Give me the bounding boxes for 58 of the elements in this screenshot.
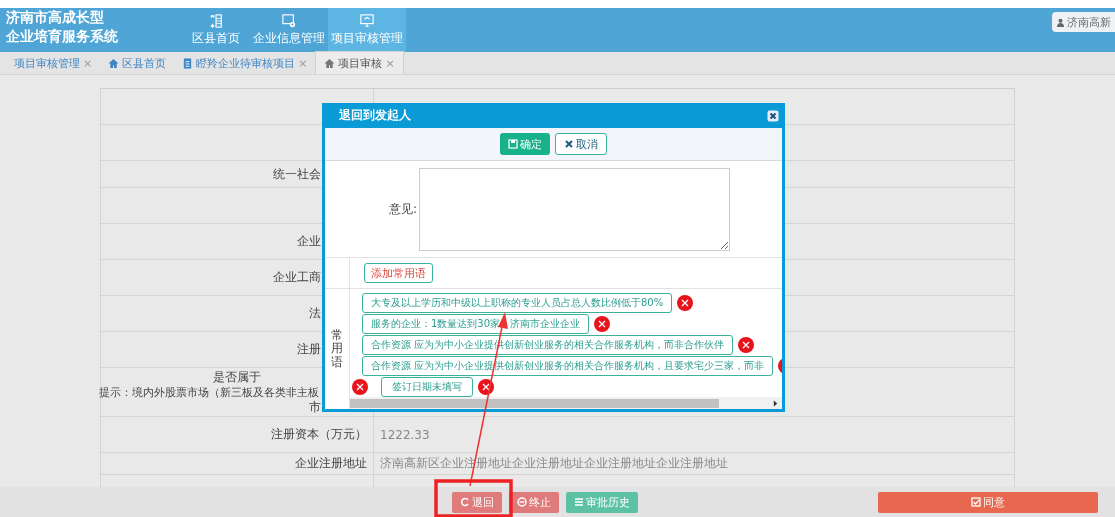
field-label: 企业注册地址 xyxy=(295,456,367,471)
stop-icon xyxy=(517,497,527,507)
field-label: 提示：境内外股票市场（新三板及各类非主板 xyxy=(99,384,319,400)
add-phrase-button[interactable]: 添加常用语 xyxy=(364,263,433,283)
nav-item[interactable]: 区县首页 xyxy=(182,8,250,52)
opinion-field[interactable] xyxy=(419,167,730,251)
nav-item[interactable]: 项目审核管理 xyxy=(328,8,406,52)
cancel-button[interactable]: 取消 xyxy=(555,133,607,155)
checkbox-icon xyxy=(971,497,981,507)
opinion-label: 意见: xyxy=(387,200,418,218)
close-icon[interactable]: × xyxy=(83,56,93,70)
system-title: 企业培育服务系统 xyxy=(6,28,119,45)
delete-icon[interactable] xyxy=(738,336,755,353)
action-button[interactable]: 审批历史 xyxy=(566,491,638,513)
field-label: 企业 xyxy=(297,234,321,249)
close-icon[interactable]: × xyxy=(385,56,395,70)
tab[interactable]: 区县首页 xyxy=(100,52,175,74)
scroll-right-icon[interactable] xyxy=(773,399,778,407)
list-icon xyxy=(574,497,584,507)
field-label: 企业工商 xyxy=(273,270,321,285)
list-icon xyxy=(209,13,223,28)
horizontal-scrollbar[interactable] xyxy=(350,397,782,409)
field-label: 法 xyxy=(309,306,321,321)
delete-icon[interactable] xyxy=(478,378,494,395)
delete-icon[interactable] xyxy=(594,315,611,332)
home-icon xyxy=(108,57,120,69)
phrase-chip[interactable]: 签订日期未填写 xyxy=(381,376,473,397)
close-icon xyxy=(564,139,574,149)
phrases-label: 常用语 xyxy=(331,329,343,369)
close-icon[interactable] xyxy=(767,109,779,122)
close-icon[interactable]: × xyxy=(298,56,308,70)
field-label: 统一社会 xyxy=(273,166,321,182)
phrase-chip[interactable]: 服务的企业：1数量达到30家，济南市企业企业 xyxy=(362,313,590,334)
user-icon xyxy=(1056,17,1065,27)
document-icon xyxy=(182,57,194,69)
phrase-chip[interactable]: 合作资源 应为为中小企业提供创新创业服务的相关合作服务机构，且要求宅少三家，而非 xyxy=(362,355,774,376)
tab[interactable]: 瞪羚企业待审核项目 × xyxy=(174,52,316,74)
phrase-chip[interactable]: 大专及以上学历和中级以上职称的专业人员占总人数比例低于80% xyxy=(362,292,673,313)
delete-icon[interactable] xyxy=(352,378,368,395)
tab[interactable]: 项目审核 × xyxy=(315,51,404,74)
monitor-icon xyxy=(360,13,374,28)
system-title: 济南市高成长型 xyxy=(6,9,105,26)
tab[interactable]: 项目审核管理 × xyxy=(0,52,101,74)
delete-icon[interactable] xyxy=(677,294,694,311)
home-icon xyxy=(324,57,336,69)
dialog-title: 退回到发起人 xyxy=(339,107,411,124)
field-label: 注册 xyxy=(297,342,321,357)
save-icon xyxy=(508,139,518,149)
field-label: 市 xyxy=(309,399,321,415)
agree-button[interactable]: 同意 xyxy=(878,491,1098,513)
action-button[interactable]: 退回 xyxy=(452,491,502,513)
user-button[interactable]: 济南高新 xyxy=(1052,12,1115,32)
field-value: 1222.33 xyxy=(380,427,430,442)
nav-item[interactable]: 企业信息管理 xyxy=(250,8,328,52)
field-label: 注册资本（万元） xyxy=(271,427,367,442)
return-icon xyxy=(460,497,470,507)
field-label: 是否属于 xyxy=(213,369,261,385)
confirm-button[interactable]: 确定 xyxy=(500,133,550,155)
